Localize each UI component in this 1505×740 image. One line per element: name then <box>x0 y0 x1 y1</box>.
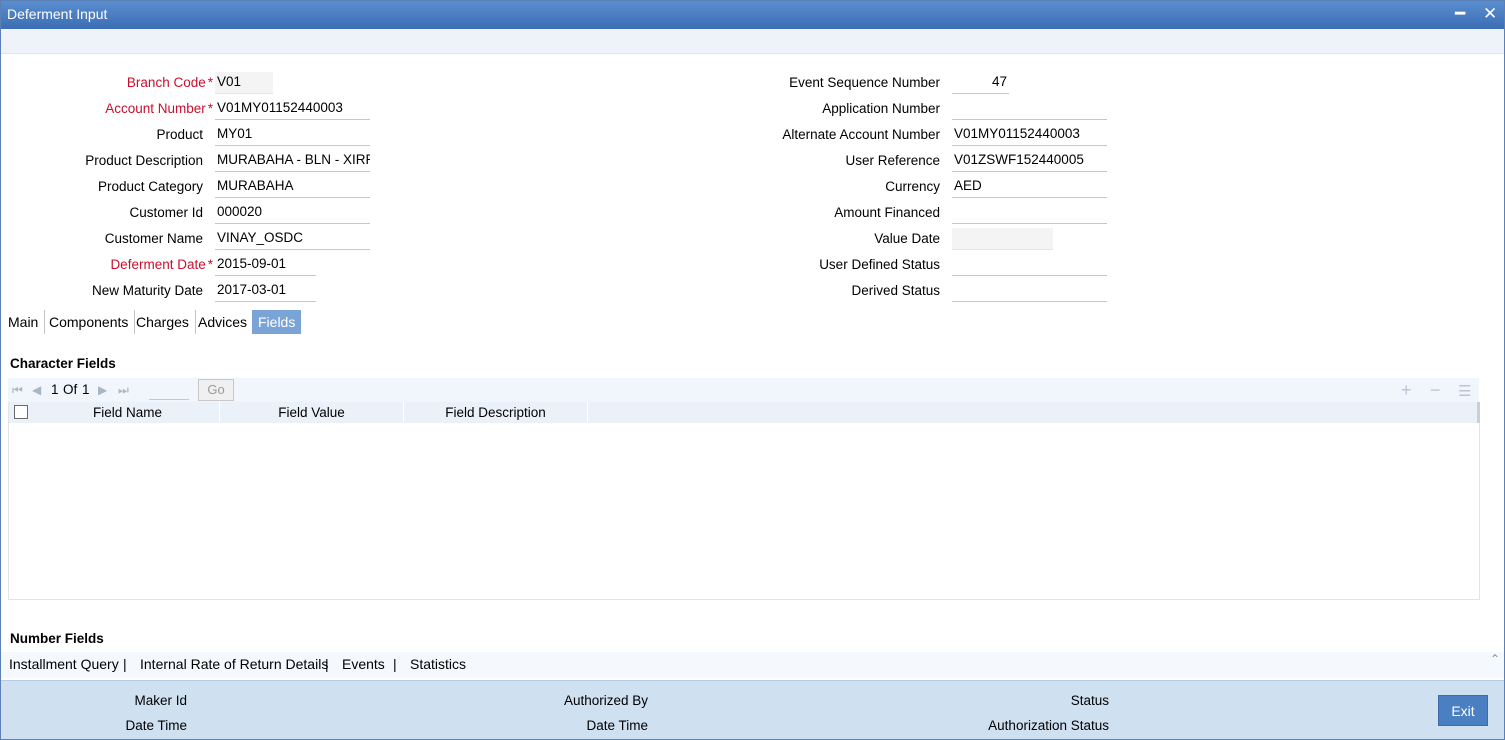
single-view-icon[interactable]: ☰ <box>1458 382 1471 400</box>
new-maturity-date-label: New Maturity Date <box>91 283 203 298</box>
branch-code-field[interactable]: V01 <box>215 72 273 94</box>
application-number-field[interactable] <box>952 98 1107 120</box>
alternate-account-number-field[interactable]: V01MY01152440003 <box>952 124 1107 146</box>
delete-row-icon[interactable]: − <box>1430 380 1441 401</box>
user-defined-status-field[interactable] <box>952 254 1107 276</box>
new-maturity-date-field[interactable]: 2017-03-01 <box>215 280 316 302</box>
irr-details-link[interactable]: Internal Rate of Return Details <box>140 656 328 672</box>
events-link[interactable]: Events <box>342 656 385 672</box>
product-description-label: Product Description <box>85 153 203 168</box>
customer-name-field[interactable]: VINAY_OSDC <box>215 228 370 250</box>
link-separator: | <box>325 656 329 672</box>
amount-financed-label: Amount Financed <box>834 205 940 220</box>
table-header: Field Name Field Value Field Description <box>9 402 1480 423</box>
product-label: Product <box>156 127 203 142</box>
toolbar-strip <box>1 29 1504 54</box>
currency-field[interactable]: AED <box>952 176 1107 198</box>
link-separator: | <box>123 656 127 672</box>
deferment-input-window: Deferment Input ━ ✕ Branch Code * V01 Acc… <box>0 0 1505 740</box>
currency-label: Currency <box>885 179 940 194</box>
maker-id-label: Maker Id <box>134 693 187 708</box>
collapse-icon[interactable]: ⌃ <box>1490 652 1500 666</box>
column-field-value[interactable]: Field Value <box>220 402 404 423</box>
product-field[interactable]: MY01 <box>215 124 370 146</box>
authorized-by-label: Authorized By <box>563 693 648 708</box>
minimize-icon[interactable]: ━ <box>1455 4 1465 24</box>
product-category-label: Product Category <box>97 179 203 194</box>
statistics-link[interactable]: Statistics <box>410 656 466 672</box>
account-number-label: Account Number * <box>105 101 213 116</box>
next-page-icon[interactable]: ▶ <box>98 383 107 397</box>
last-page-icon[interactable]: ⏭ <box>118 383 129 398</box>
go-button[interactable]: Go <box>198 379 234 401</box>
window-title: Deferment Input <box>7 6 108 22</box>
auth-date-time-label: Date Time <box>586 718 648 733</box>
derived-status-field[interactable] <box>952 280 1107 302</box>
user-defined-status-label: User Defined Status <box>819 257 940 272</box>
page-number-input[interactable] <box>149 382 189 400</box>
customer-name-label: Customer Name <box>104 231 203 246</box>
link-separator: | <box>393 656 397 672</box>
tab-main[interactable]: Main <box>2 310 46 334</box>
character-fields-title: Character Fields <box>10 356 116 371</box>
tab-charges[interactable]: Charges <box>130 310 196 334</box>
exit-button[interactable]: Exit <box>1438 695 1488 726</box>
application-number-label: Application Number <box>822 101 940 116</box>
installment-query-link[interactable]: Installment Query <box>9 656 119 672</box>
total-pages: 1 <box>82 382 90 397</box>
tab-fields[interactable]: Fields <box>252 310 302 334</box>
deferment-date-label: Deferment Date * <box>110 257 213 272</box>
table-scrollbar[interactable] <box>1477 402 1480 423</box>
branch-code-label: Branch Code * <box>126 75 213 90</box>
select-all-checkbox[interactable] <box>14 405 28 419</box>
current-page: 1 <box>51 382 59 397</box>
maker-date-time-label: Date Time <box>125 718 187 733</box>
product-category-field[interactable]: MURABAHA <box>215 176 370 198</box>
audit-footer: Maker Id Date Time Authorized By Date Ti… <box>1 680 1504 739</box>
account-number-field[interactable]: V01MY01152440003 <box>215 98 370 120</box>
customer-id-label: Customer Id <box>129 205 203 220</box>
event-sequence-number-label: Event Sequence Number <box>789 75 940 90</box>
value-date-field[interactable] <box>952 228 1053 250</box>
add-row-icon[interactable]: + <box>1401 380 1412 401</box>
character-fields-pagination: ⏮ ◀ 1 Of 1 ▶ ⏭ Go + − ☰ <box>8 378 1479 402</box>
alternate-account-number-label: Alternate Account Number <box>782 127 940 142</box>
authorization-status-label: Authorization Status <box>988 718 1109 733</box>
column-field-description[interactable]: Field Description <box>404 402 588 423</box>
title-bar: Deferment Input ━ ✕ <box>1 1 1504 29</box>
derived-status-label: Derived Status <box>851 283 940 298</box>
deferment-date-field[interactable]: 2015-09-01 <box>215 254 316 276</box>
previous-page-icon[interactable]: ◀ <box>32 383 41 397</box>
page-of-label: Of <box>63 382 78 397</box>
user-reference-label: User Reference <box>845 153 940 168</box>
user-reference-field[interactable]: V01ZSWF152440005 <box>952 150 1107 172</box>
link-bar: Installment Query | Internal Rate of Ret… <box>1 652 1504 678</box>
product-description-field[interactable]: MURABAHA - BLN - XIRR <box>215 150 370 172</box>
status-label: Status <box>1070 693 1109 708</box>
character-fields-table: Field Name Field Value Field Description <box>8 402 1480 600</box>
tab-advices[interactable]: Advices <box>192 310 255 334</box>
tab-components[interactable]: Components <box>43 310 136 334</box>
customer-id-field[interactable]: 000020 <box>215 202 370 224</box>
close-icon[interactable]: ✕ <box>1483 4 1497 24</box>
column-field-name[interactable]: Field Name <box>36 402 220 423</box>
value-date-label: Value Date <box>874 231 940 246</box>
event-sequence-number-field[interactable]: 47 <box>952 72 1009 94</box>
amount-financed-field[interactable] <box>952 202 1107 224</box>
first-page-icon[interactable]: ⏮ <box>12 383 23 398</box>
number-fields-title: Number Fields <box>10 631 104 646</box>
